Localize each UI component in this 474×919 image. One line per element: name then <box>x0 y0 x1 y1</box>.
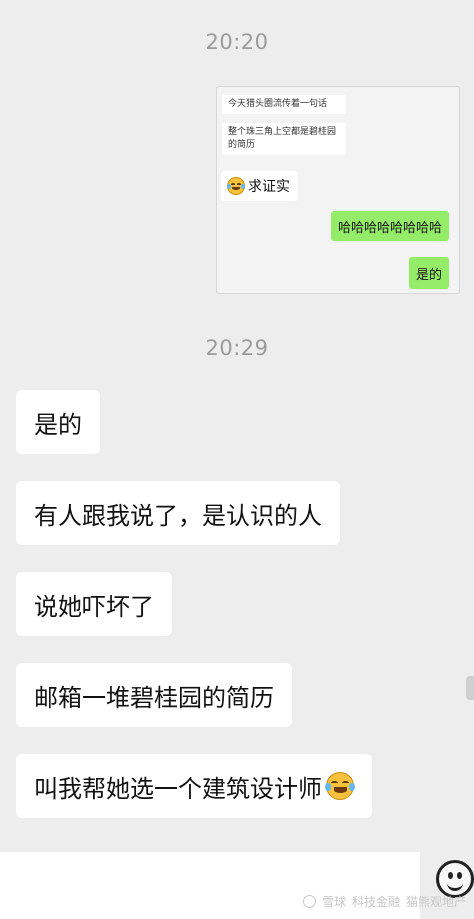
edge-scroll-handle[interactable] <box>466 676 474 700</box>
timestamp-first: 20:20 <box>205 30 269 54</box>
message-bubble-5[interactable]: 叫我帮她选一个建筑设计师 <box>16 754 372 818</box>
message-text-2: 有人跟我说了，是认识的人 <box>34 501 322 530</box>
xueqiu-logo-icon <box>302 895 316 908</box>
message-bubble-2[interactable]: 有人跟我说了，是认识的人 <box>16 481 340 545</box>
watermark: 雪球 科技金融 猫熊观地产 <box>302 893 466 910</box>
laughing-crying-emoji-icon <box>325 772 355 800</box>
watermark-site: 雪球 <box>321 895 346 909</box>
screenshot-outgoing-bubble-2: 是的 <box>408 257 449 289</box>
watermark-secondary: 科技金融 <box>351 895 400 909</box>
quote-text-1: 今天猎头圈流传着一句话 <box>222 95 346 114</box>
message-text-1: 是的 <box>34 410 82 439</box>
message-bubble-3[interactable]: 说她吓坏了 <box>16 572 172 636</box>
message-text-3: 说她吓坏了 <box>34 592 154 621</box>
screenshot-outgoing-bubble-1: 哈哈哈哈哈哈哈哈 <box>330 211 449 241</box>
screenshot-incoming-bubble: 求证实 <box>221 171 298 201</box>
message-text-4: 邮箱一堆碧桂园的简历 <box>34 683 274 712</box>
message-bubble-4[interactable]: 邮箱一堆碧桂园的简历 <box>16 663 292 727</box>
message-bubble-1[interactable]: 是的 <box>16 390 100 454</box>
screenshot-incoming-text: 求证实 <box>248 179 290 195</box>
timestamp-second: 20:29 <box>205 336 269 360</box>
quote-text-2: 整个珠三角上空都是碧桂园的简历 <box>222 123 346 155</box>
laughing-crying-emoji-icon <box>227 177 245 195</box>
embedded-screenshot[interactable]: 今天猎头圈流传着一句话 整个珠三角上空都是碧桂园的简历 求证实 哈哈哈哈哈哈哈哈… <box>216 86 460 294</box>
message-text-5: 叫我帮她选一个建筑设计师 <box>34 774 322 803</box>
watermark-author: 猫熊观地产 <box>405 895 466 909</box>
